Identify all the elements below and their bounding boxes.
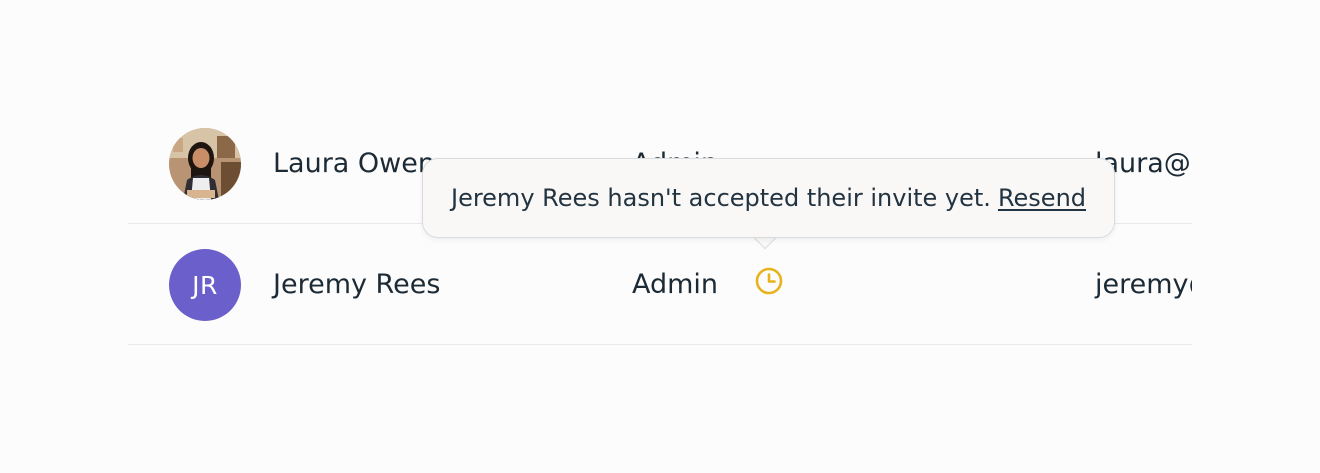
user-list-page: Laura Owen Admin laura@mail.com JR Jerem… [0,0,1320,473]
user-photo [169,128,241,200]
avatar: JR [169,249,241,321]
user-email: jeremy@mail.com [1095,269,1192,300]
clock-icon[interactable] [754,266,784,296]
invite-pending-tooltip: Jeremy Rees hasn't accepted their invite… [422,158,1115,238]
table-row[interactable]: JR Jeremy Rees Admin jeremy@mail.com [128,225,1192,345]
avatar-initials: JR [192,270,218,300]
user-name: Laura Owen [273,148,435,179]
resend-invite-link[interactable]: Resend [998,184,1086,212]
tooltip-message: Jeremy Rees hasn't accepted their invite… [450,184,991,212]
avatar [169,128,241,200]
user-name: Jeremy Rees [273,269,441,300]
user-role: Admin [632,269,719,300]
